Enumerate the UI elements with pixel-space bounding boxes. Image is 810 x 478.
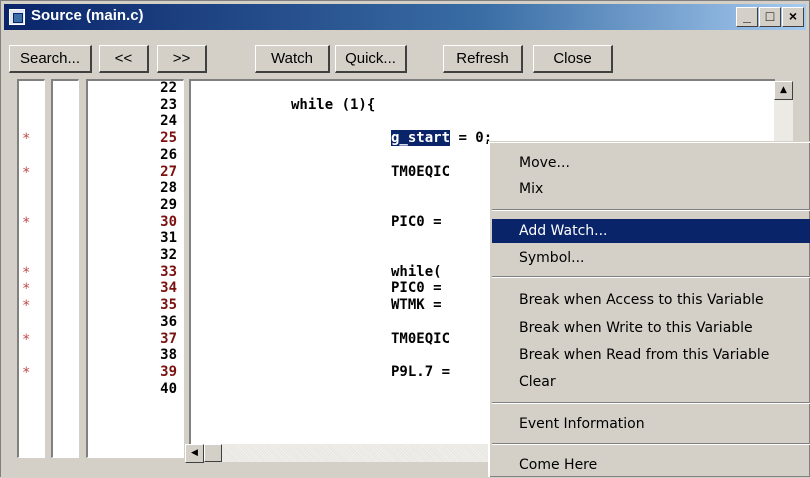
line-number: 28 bbox=[160, 180, 177, 197]
window-controls: _ □ × bbox=[735, 7, 804, 27]
menu-item-move[interactable]: Move... bbox=[492, 151, 810, 175]
selected-variable[interactable]: g_start bbox=[391, 130, 451, 147]
close-button[interactable]: Close bbox=[533, 45, 613, 73]
menu-item-break-read[interactable]: Break when Read from this Variable bbox=[492, 343, 810, 367]
menu-item-add-watch[interactable]: Add Watch... bbox=[492, 219, 810, 243]
code-text: = 0; bbox=[450, 130, 493, 147]
line-number-column: 22 23 24 25 26 27 28 29 30 31 32 33 34 35 36 37 38 39 40 bbox=[86, 79, 184, 458]
code-line[interactable]: TM0EQIC bbox=[391, 165, 450, 179]
menu-item-clear[interactable]: Clear bbox=[492, 370, 810, 394]
watch-button[interactable]: Watch bbox=[255, 45, 330, 73]
code-line[interactable]: PIC0 = bbox=[391, 215, 442, 229]
line-number: 29 bbox=[160, 196, 177, 213]
breakpoint-marker-icon[interactable]: * bbox=[22, 216, 30, 230]
breakpoint-gutter[interactable]: * * * * * * * * bbox=[17, 79, 45, 458]
line-number: 34 bbox=[160, 280, 177, 297]
code-line[interactable]: TM0EQIC bbox=[391, 332, 450, 346]
code-line[interactable]: WTMK = bbox=[391, 298, 442, 312]
line-number: 39 bbox=[160, 363, 177, 380]
line-number: 27 bbox=[160, 163, 177, 180]
line-number: 32 bbox=[160, 247, 177, 263]
menu-separator bbox=[492, 402, 810, 404]
scroll-up-icon[interactable]: ▲ bbox=[774, 81, 793, 100]
line-number: 38 bbox=[160, 347, 177, 364]
breakpoint-marker-icon[interactable]: * bbox=[22, 166, 30, 180]
line-number: 24 bbox=[160, 113, 177, 130]
horizontal-scroll-thumb[interactable] bbox=[204, 444, 222, 462]
minimize-button[interactable]: _ bbox=[736, 7, 758, 27]
menu-item-come-here[interactable]: Come Here bbox=[492, 453, 810, 477]
breakpoint-marker-icon[interactable]: * bbox=[22, 282, 30, 296]
code-line[interactable]: PIC0 = bbox=[391, 281, 442, 295]
code-line[interactable]: while( bbox=[391, 265, 442, 279]
search-button[interactable]: Search... bbox=[9, 45, 92, 73]
menu-separator bbox=[492, 276, 810, 278]
menu-item-break-write[interactable]: Break when Write to this Variable bbox=[492, 316, 810, 340]
window-title: Source (main.c) bbox=[31, 7, 144, 24]
line-number: 31 bbox=[160, 230, 177, 247]
maximize-button[interactable]: □ bbox=[759, 7, 781, 27]
context-menu: Move... Mix Add Watch... Symbol... Break… bbox=[488, 141, 810, 477]
line-number: 30 bbox=[160, 213, 177, 230]
next-button[interactable]: >> bbox=[157, 45, 207, 73]
menu-item-event-information[interactable]: Event Information bbox=[492, 412, 810, 436]
close-window-button[interactable]: × bbox=[782, 7, 804, 27]
line-number: 26 bbox=[160, 146, 177, 163]
menu-item-symbol[interactable]: Symbol... bbox=[492, 246, 810, 270]
title-bar[interactable]: Source (main.c) _ □ × bbox=[4, 4, 806, 30]
previous-button[interactable]: << bbox=[99, 45, 149, 73]
window-icon[interactable] bbox=[9, 9, 25, 25]
code-line[interactable]: P9L.7 = bbox=[391, 365, 450, 379]
menu-separator bbox=[492, 209, 810, 211]
line-number: 36 bbox=[160, 313, 177, 330]
breakpoint-marker-icon[interactable]: * bbox=[22, 132, 30, 146]
line-number: 25 bbox=[160, 130, 177, 147]
line-number: 23 bbox=[160, 96, 177, 113]
menu-item-break-access[interactable]: Break when Access to this Variable bbox=[492, 288, 810, 312]
refresh-button[interactable]: Refresh bbox=[443, 45, 523, 73]
breakpoint-marker-icon[interactable]: * bbox=[22, 333, 30, 347]
line-number: 37 bbox=[160, 330, 177, 347]
event-gutter[interactable] bbox=[51, 79, 79, 458]
menu-item-mix[interactable]: Mix bbox=[492, 177, 810, 201]
line-number: 35 bbox=[160, 297, 177, 314]
code-line[interactable]: while (1){ bbox=[291, 98, 375, 112]
line-number: 33 bbox=[160, 263, 177, 280]
line-number: 22 bbox=[160, 80, 177, 96]
breakpoint-marker-icon[interactable]: * bbox=[22, 366, 30, 380]
code-line[interactable]: g_start = 0; bbox=[391, 130, 493, 147]
line-number: 40 bbox=[160, 380, 177, 397]
breakpoint-marker-icon[interactable]: * bbox=[22, 299, 30, 313]
menu-separator bbox=[492, 443, 810, 445]
quick-button[interactable]: Quick... bbox=[335, 45, 407, 73]
scroll-left-icon[interactable]: ◀ bbox=[185, 444, 204, 463]
breakpoint-marker-icon[interactable]: * bbox=[22, 266, 30, 280]
horizontal-scrollbar[interactable] bbox=[204, 444, 490, 462]
